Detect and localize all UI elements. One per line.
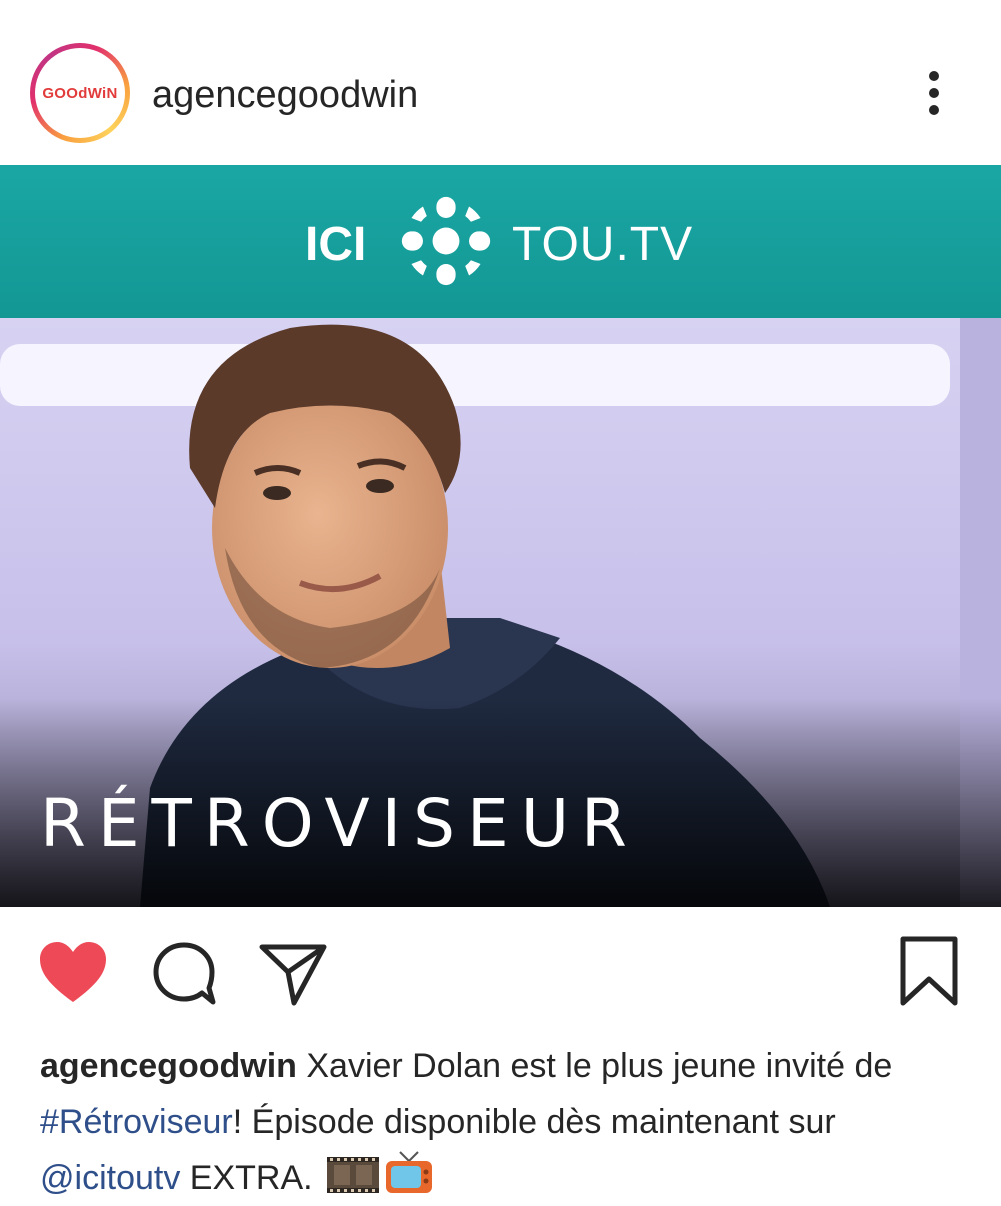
heart-icon[interactable] (38, 940, 108, 1006)
avatar[interactable]: GOOdWiN (30, 43, 130, 143)
send-icon[interactable] (258, 942, 328, 1006)
mention-link[interactable]: @icitoutv (40, 1159, 180, 1197)
post-image[interactable]: ICI TOU.TV RÉTROVISEUR (0, 165, 1001, 907)
post-caption: agencegoodwin Xavier Dolan est le plus j… (40, 1038, 980, 1206)
banner-toutv-text: TOU.TV (512, 218, 694, 271)
caption-text-2: ! Épisode disponible dès maintenant sur (232, 1103, 836, 1141)
radio-canada-gem-icon (401, 196, 491, 286)
television-icon (386, 1151, 433, 1193)
hashtag-link[interactable]: #Rétroviseur (40, 1103, 233, 1141)
banner-ici-text: ICI (305, 218, 367, 271)
show-title: RÉTROVISEUR (40, 785, 639, 862)
comment-icon[interactable] (150, 940, 218, 1008)
caption-text-3: EXTRA. (180, 1159, 313, 1197)
post-username[interactable]: agencegoodwin (152, 74, 418, 117)
brand-banner: ICI TOU.TV (0, 165, 1001, 318)
caption-username[interactable]: agencegoodwin (40, 1047, 297, 1085)
post-actions-bar (0, 907, 1001, 1027)
post-header: GOOdWiN agencegoodwin (0, 0, 1001, 165)
more-options-icon[interactable] (916, 68, 952, 118)
caption-text-1: Xavier Dolan est le plus jeune invité de (296, 1047, 893, 1085)
bookmark-icon[interactable] (898, 935, 960, 1007)
avatar-logo-text: GOOdWiN (42, 84, 118, 102)
avatar-inner: GOOdWiN (35, 48, 125, 138)
film-frames-icon (327, 1157, 380, 1193)
